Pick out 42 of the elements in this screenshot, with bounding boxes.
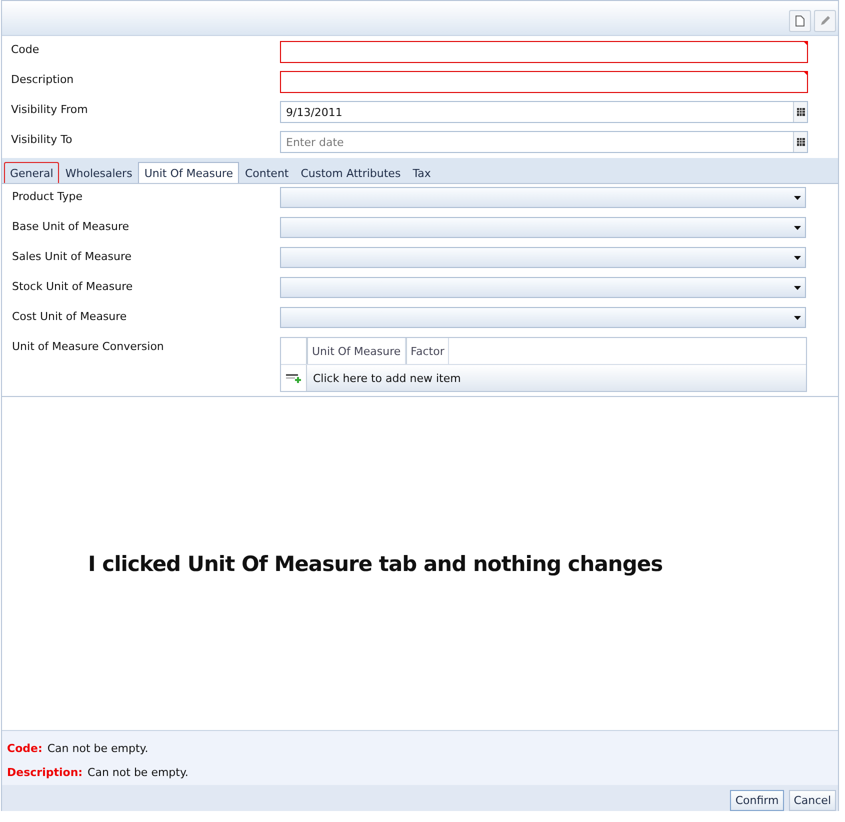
field-label: Cost Unit of Measure [12,309,128,325]
document-button[interactable] [789,10,811,32]
add-row-icon[interactable] [286,373,302,383]
column-header[interactable]: Factor [406,338,450,364]
column-header[interactable]: Unit Of Measure [307,338,406,364]
error-field: Code: [7,742,42,754]
text-field[interactable] [280,41,808,63]
calendar-icon[interactable] [793,102,807,122]
pencil-icon [819,15,831,27]
field-label: Sales Unit of Measure [12,249,133,265]
caret-icon [794,286,801,290]
error-message: Can not be empty. [47,742,148,754]
caret-icon [794,196,801,200]
caret-icon [794,256,801,260]
tab[interactable]: Wholesalers [59,162,138,183]
field-label: Description [11,72,75,88]
text-field[interactable] [280,71,808,93]
add-item-link[interactable]: Click here to add new item [307,365,806,391]
field-label: Code [11,42,40,58]
tab[interactable]: Unit Of Measure [138,162,239,183]
dialog-button[interactable]: Cancel [788,790,836,811]
field-label: Visibility To [11,132,74,148]
date-field[interactable]: 9/13/2011 [280,101,808,123]
tab[interactable]: Content [238,162,295,183]
caret-icon [794,316,801,320]
field-label: Product Type [12,189,84,205]
edit-button[interactable] [814,10,836,32]
calendar-icon[interactable] [793,132,807,152]
document-icon [795,15,805,27]
tab[interactable]: Tax [406,162,437,183]
error-message: Can not be empty. [88,766,188,778]
caret-icon [794,226,801,230]
tab[interactable]: General [4,162,60,183]
dialog-button[interactable]: Confirm [730,790,784,811]
field-label: Unit of Measure Conversion [12,339,165,355]
field-label: Stock Unit of Measure [12,279,134,295]
tab[interactable]: Custom Attributes [294,162,407,183]
annotation-text: I clicked Unit Of Measure tab and nothing changes [88,552,663,576]
field-label: Visibility From [11,102,89,118]
date-field[interactable]: Enter date [280,131,808,153]
field-label: Base Unit of Measure [12,219,130,235]
error-field: Description: [7,766,83,778]
